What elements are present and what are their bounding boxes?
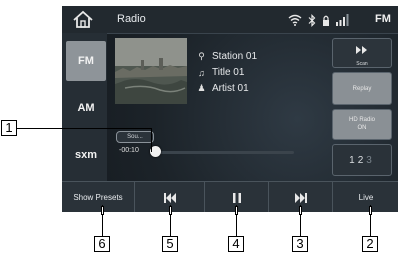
signal-icon <box>336 14 349 26</box>
callout-6: 6 <box>94 236 110 252</box>
station-icon: ⚲ <box>198 51 205 61</box>
replay-button[interactable]: Replay <box>332 72 392 105</box>
band-indicator: FM <box>375 13 391 25</box>
callout-3: 3 <box>292 236 308 252</box>
bluetooth-icon <box>308 13 316 27</box>
time-display: -00:10 <box>119 147 139 154</box>
screen-title: Radio <box>117 13 146 25</box>
callout-2: 2 <box>362 236 378 252</box>
pause-icon <box>233 192 241 203</box>
leader-line-1b <box>151 128 152 152</box>
hd-radio-button[interactable]: HD Radio ON <box>332 109 392 140</box>
track-title: Title 01 <box>212 67 245 78</box>
album-art <box>115 38 187 104</box>
title-row: ♫ Title 01 <box>197 67 307 78</box>
live-label: Live <box>358 193 374 202</box>
leader-line-1a <box>17 128 152 129</box>
lock-icon <box>323 15 329 26</box>
leader-tick-3 <box>299 206 302 215</box>
callout-4: 4 <box>228 236 244 252</box>
station-name: Station 01 <box>212 51 258 62</box>
wifi-icon <box>288 14 302 26</box>
station-row: ⚲ Station 01 <box>197 51 307 62</box>
skip-back-icon <box>164 192 176 203</box>
band-selector: FM AM sxm <box>62 33 107 181</box>
artist-row: ♟ Artist 01 <box>197 83 307 94</box>
artist-icon: ♟ <box>197 83 206 93</box>
bottom-control-bar: Show Presets Live <box>62 181 398 212</box>
preset-page-1: 1 <box>349 155 358 166</box>
scan-label: Scan <box>356 61 368 67</box>
leader-tick-2 <box>369 206 372 215</box>
hd-radio-label: HD Radio <box>348 117 375 123</box>
leader-tick-5 <box>169 206 172 215</box>
show-presets-button[interactable]: Show Presets <box>62 182 134 212</box>
skip-forward-icon <box>295 192 307 203</box>
band-am-button[interactable]: AM <box>66 88 106 128</box>
callout-1: 1 <box>1 120 17 136</box>
home-icon[interactable] <box>72 10 94 29</box>
scan-icon <box>356 46 367 54</box>
artist-name: Artist 01 <box>212 83 249 94</box>
leader-tick-6 <box>101 206 104 215</box>
radio-screen: Radio FM FM AM sxm ⚲ Station 01 ♫ Title … <box>62 6 398 212</box>
source-button[interactable]: Sou... <box>116 131 154 143</box>
music-note-icon: ♫ <box>198 67 205 78</box>
preset-page-3: 3 <box>366 155 375 166</box>
callout-5: 5 <box>162 236 178 252</box>
leader-tick-4 <box>235 206 238 215</box>
progress-track[interactable] <box>154 151 294 154</box>
band-fm-button[interactable]: FM <box>66 41 106 81</box>
hd-radio-status: ON <box>357 125 367 131</box>
status-bar: Radio FM <box>62 6 398 34</box>
band-sxm-button[interactable]: sxm <box>66 135 106 175</box>
live-button[interactable]: Live <box>332 182 398 212</box>
show-presets-label: Show Presets <box>73 193 123 202</box>
scan-button[interactable]: Scan <box>332 38 392 68</box>
preset-page-2: 2 <box>357 155 367 166</box>
preset-page-indicator[interactable]: 123 <box>332 144 392 176</box>
